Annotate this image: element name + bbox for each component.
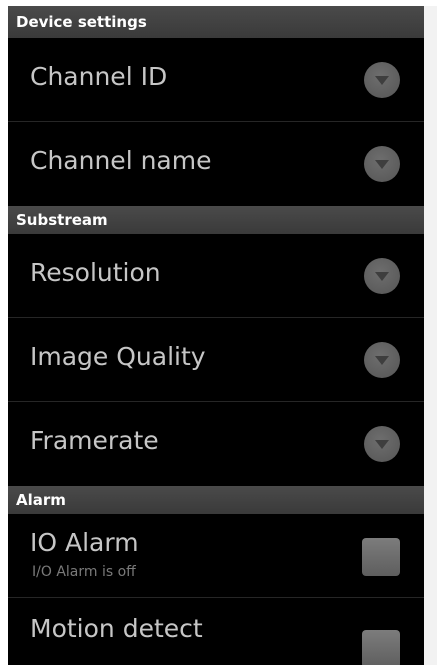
setting-title: Resolution [30, 258, 161, 287]
setting-title: Channel name [30, 146, 212, 175]
setting-row-io-alarm[interactable]: IO Alarm I/O Alarm is off [8, 514, 424, 598]
setting-title: Channel ID [30, 62, 168, 91]
section-header-substream: Substream [8, 206, 424, 234]
setting-summary: I/O Alarm is off [32, 564, 136, 580]
setting-row-image-quality[interactable]: Image Quality [8, 318, 424, 402]
checkbox-icon[interactable] [362, 538, 400, 576]
screen-edge [424, 6, 437, 665]
setting-title: Framerate [30, 426, 159, 455]
checkbox-icon[interactable] [362, 630, 400, 665]
dropdown-arrow-icon[interactable] [364, 342, 400, 378]
dropdown-arrow-icon[interactable] [364, 146, 400, 182]
setting-row-channel-name[interactable]: Channel name [8, 122, 424, 206]
setting-row-motion-detect[interactable]: Motion detect [8, 598, 424, 665]
setting-title: IO Alarm [30, 528, 139, 557]
setting-title: Image Quality [30, 342, 206, 371]
dropdown-arrow-icon[interactable] [364, 62, 400, 98]
setting-row-framerate[interactable]: Framerate [8, 402, 424, 486]
setting-row-resolution[interactable]: Resolution [8, 234, 424, 318]
section-header-device-settings: Device settings [8, 6, 424, 38]
dropdown-arrow-icon[interactable] [364, 258, 400, 294]
setting-row-channel-id[interactable]: Channel ID [8, 38, 424, 122]
settings-screen: Device settings Channel ID Channel name … [8, 6, 424, 665]
section-header-alarm: Alarm [8, 486, 424, 514]
setting-title: Motion detect [30, 614, 203, 643]
dropdown-arrow-icon[interactable] [364, 426, 400, 462]
